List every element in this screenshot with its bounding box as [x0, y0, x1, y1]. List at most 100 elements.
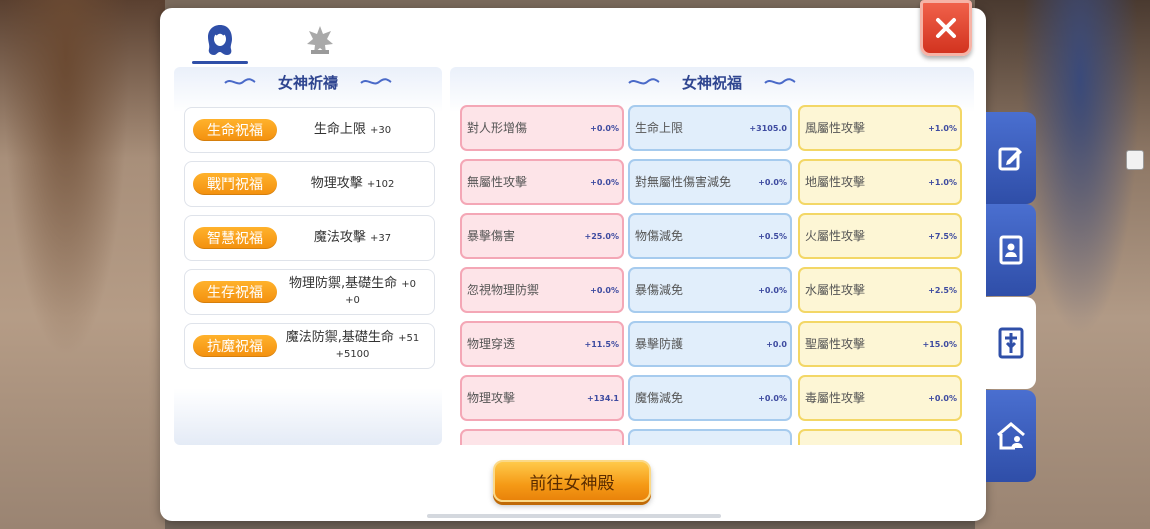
- stat-card: 魔傷減免 +0.0%: [628, 375, 792, 421]
- stat-name: 毒屬性攻擊: [805, 391, 866, 405]
- prayer-row[interactable]: 戰鬥祝福 物理攻擊 +102: [184, 161, 435, 207]
- stat-value: +25.0%: [584, 231, 619, 241]
- stat-name: 物傷減免: [635, 229, 684, 243]
- prayer-title: 女神祈禱: [277, 73, 338, 92]
- stat-value: +0.0%: [590, 177, 619, 187]
- stat-name: 對人形增傷: [467, 121, 528, 135]
- blessing-badge: 生命祝福: [193, 119, 277, 141]
- prayer-effect-label: 魔法防禦,基礎生命: [285, 330, 394, 345]
- section-header: 女神祈禱: [174, 67, 442, 97]
- stat-name: 聖屬性攻擊: [805, 337, 866, 351]
- prayer-effect: 魔法攻擊 +37: [277, 230, 434, 246]
- side-tab-guild[interactable]: [986, 390, 1036, 482]
- prayer-effect-value: +51: [398, 333, 420, 344]
- prayer-effect-value-2: +5100: [335, 349, 370, 360]
- stat-card-partial: [628, 429, 792, 445]
- wave-ornament-icon: [360, 78, 392, 85]
- blessing-badge: 抗魔祝福: [193, 335, 277, 357]
- goddess-panel: 女神祈禱 生命祝福 生命上限 +30 戰鬥祝福 物理攻擊 +102 智慧祝福 魔…: [160, 0, 986, 521]
- goddess-blessing-section: 女神祝福 對人形增傷 +0.0% 無屬性攻擊 +0.0% 暴擊傷害 +25.0% 忽視…: [450, 67, 974, 445]
- stat-value: +3105.0: [749, 123, 787, 133]
- prayer-effect: 魔法防禦,基礎生命 +51 +5100: [277, 330, 434, 362]
- edit-note-icon: [998, 147, 1022, 171]
- stat-card: 毒屬性攻擊 +0.0%: [798, 375, 962, 421]
- stat-name: 魔傷減免: [635, 391, 684, 405]
- stat-card: 風屬性攻擊 +1.0%: [798, 105, 962, 151]
- go-to-goddess-temple-button[interactable]: 前往女神殿: [493, 460, 651, 502]
- side-tab-contacts[interactable]: [986, 204, 1036, 296]
- quest-note-icon[interactable]: [1126, 150, 1144, 170]
- wave-ornament-icon: [764, 78, 796, 85]
- stat-card: 水屬性攻擊 +2.5%: [798, 267, 962, 313]
- stat-value: +15.0%: [922, 339, 957, 349]
- stat-card: 對無屬性傷害減免 +0.0%: [628, 159, 792, 205]
- stat-card: 生命上限 +3105.0: [628, 105, 792, 151]
- prayer-row[interactable]: 生命祝福 生命上限 +30: [184, 107, 435, 153]
- prayer-effect-value: +102: [366, 179, 395, 190]
- section-header: 女神祝福: [450, 67, 974, 97]
- stat-name: 地屬性攻擊: [805, 175, 866, 189]
- stat-card: 忽視物理防禦 +0.0%: [460, 267, 624, 313]
- prayer-effect-value: +37: [370, 233, 392, 244]
- guild-house-icon: [997, 422, 1025, 450]
- contact-book-icon: [999, 235, 1023, 265]
- stat-name: 暴擊傷害: [467, 229, 516, 243]
- prayer-effect-label: 物理攻擊: [310, 176, 363, 191]
- stat-value: +7.5%: [928, 231, 957, 241]
- close-button[interactable]: [920, 0, 972, 56]
- prayer-row[interactable]: 抗魔祝福 魔法防禦,基礎生命 +51 +5100: [184, 323, 435, 369]
- stat-name: 忽視物理防禦: [467, 283, 540, 297]
- goddess-statue-icon: [998, 327, 1024, 359]
- blessing-badge: 生存祝福: [193, 281, 277, 303]
- side-tab-goddess[interactable]: [986, 297, 1036, 389]
- prayer-effect-value: +0: [401, 279, 417, 290]
- prayer-effect: 物理防禦,基礎生命 +0 +0: [277, 276, 434, 308]
- prayer-effect: 生命上限 +30: [277, 122, 434, 138]
- stat-name: 物理穿透: [467, 337, 516, 351]
- stat-name: 對無屬性傷害減免: [635, 175, 732, 189]
- stat-card: 暴擊傷害 +25.0%: [460, 213, 624, 259]
- stat-card: 物傷減免 +0.5%: [628, 213, 792, 259]
- stat-card: 聖屬性攻擊 +15.0%: [798, 321, 962, 367]
- tab-bar: [190, 16, 350, 66]
- tab-goddess-emblem[interactable]: [290, 16, 350, 64]
- side-tab-edit[interactable]: [986, 112, 1036, 204]
- stat-value: +0.0%: [758, 285, 787, 295]
- goddess-head-icon: [208, 25, 232, 55]
- wave-ornament-icon: [628, 78, 660, 85]
- stat-value: +134.1: [586, 393, 619, 403]
- blessing-badge: 戰鬥祝福: [193, 173, 277, 195]
- stat-card: 物理攻擊 +134.1: [460, 375, 624, 421]
- background-scene-left: [0, 0, 165, 529]
- blessing-title: 女神祝福: [681, 73, 742, 92]
- prayer-effect-label: 物理防禦,基礎生命: [288, 276, 398, 291]
- prayer-row[interactable]: 智慧祝福 魔法攻擊 +37: [184, 215, 435, 261]
- goddess-prayer-section: 女神祈禱 生命祝福 生命上限 +30 戰鬥祝福 物理攻擊 +102 智慧祝福 魔…: [174, 67, 442, 445]
- stat-card-partial: [460, 429, 624, 445]
- stat-value: +0.0%: [590, 285, 619, 295]
- prayer-effect-label: 生命上限: [313, 122, 366, 137]
- scrollbar[interactable]: [427, 514, 721, 518]
- prayer-row[interactable]: 生存祝福 物理防禦,基礎生命 +0 +0: [184, 269, 435, 315]
- stat-card-partial: [798, 429, 962, 445]
- stat-card: 對人形增傷 +0.0%: [460, 105, 624, 151]
- stat-value: +2.5%: [928, 285, 957, 295]
- stat-value: +0.0%: [758, 177, 787, 187]
- stat-name: 無屬性攻擊: [467, 175, 528, 189]
- crystal-emblem-icon: [307, 26, 333, 54]
- prayer-effect-value: +30: [370, 125, 392, 136]
- stat-value: +0.0%: [758, 393, 787, 403]
- stat-card: 火屬性攻擊 +7.5%: [798, 213, 962, 259]
- stat-value: +0.0: [766, 339, 787, 349]
- blessing-badge: 智慧祝福: [193, 227, 277, 249]
- stat-card: 暴傷減免 +0.0%: [628, 267, 792, 313]
- tab-goddess-prayer[interactable]: [190, 16, 250, 64]
- stat-card: 暴擊防護 +0.0: [628, 321, 792, 367]
- stat-name: 暴傷減免: [635, 283, 684, 297]
- stat-value: +0.5%: [758, 231, 787, 241]
- stat-value: +0.0%: [590, 123, 619, 133]
- stat-name: 暴擊防護: [635, 337, 684, 351]
- stat-value: +1.0%: [928, 123, 957, 133]
- stat-card: 物理穿透 +11.5%: [460, 321, 624, 367]
- stat-card: 地屬性攻擊 +1.0%: [798, 159, 962, 205]
